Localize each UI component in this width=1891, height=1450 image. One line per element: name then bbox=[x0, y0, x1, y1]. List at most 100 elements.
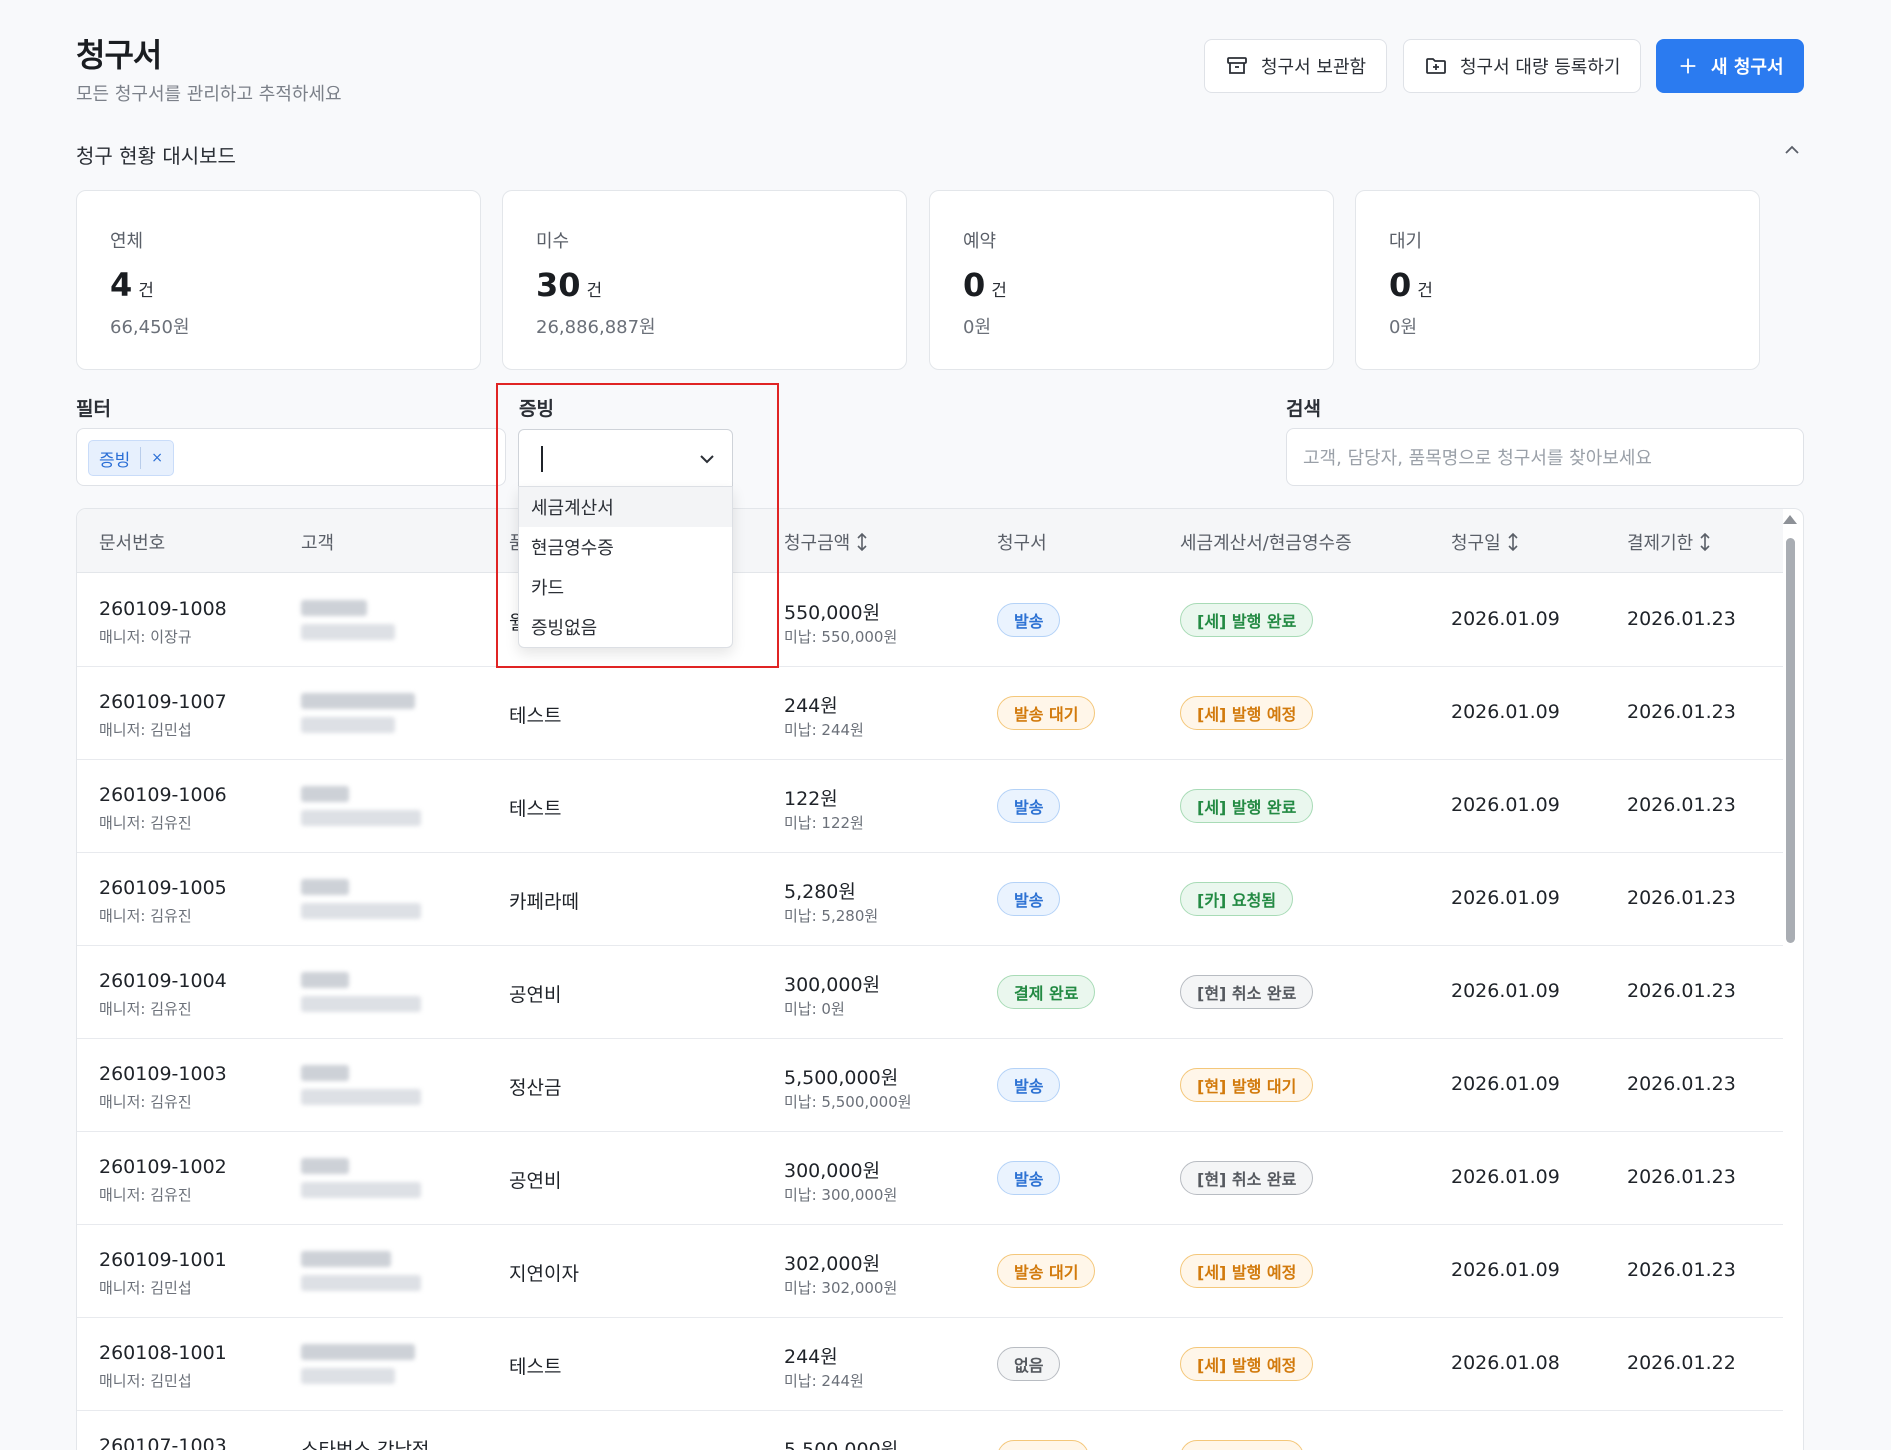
invoice-status-badge: 발송 bbox=[997, 882, 1061, 916]
table-row[interactable]: 260109-1002 매니저: 김유진 공연비 300,000원 미납: 30… bbox=[77, 1132, 1783, 1225]
invoice-date: 2026.01.09 bbox=[1451, 1166, 1560, 1188]
table-row[interactable]: 260108-1001 매니저: 김민섭 테스트 244원 미납: 244원 없… bbox=[77, 1318, 1783, 1411]
item-name: 공연비 bbox=[509, 1170, 562, 1192]
doc-number: 260109-1003 bbox=[99, 1063, 227, 1085]
customer-detail-redacted bbox=[301, 1089, 421, 1105]
page-title: 청구서 bbox=[76, 36, 162, 74]
due-date: 2026.01.23 bbox=[1627, 1073, 1736, 1095]
invoice-date: 2026.01.09 bbox=[1451, 980, 1560, 1002]
filter-chip-label: 증빙 bbox=[99, 450, 131, 471]
dashboard-title: 청구 현황 대시보드 bbox=[76, 144, 236, 168]
chevron-up-icon[interactable] bbox=[1783, 143, 1801, 157]
scroll-up-arrow[interactable] bbox=[1783, 515, 1797, 524]
amount: 300,000원 bbox=[784, 1160, 881, 1182]
invoice-status-badge: 발송 대기 bbox=[997, 696, 1096, 730]
tax-status-badge bbox=[1180, 1440, 1304, 1450]
table-row[interactable]: 260109-1006 매니저: 김유진 테스트 122원 미납: 122원 발… bbox=[77, 760, 1783, 853]
invoice-status-badge: 발송 bbox=[997, 603, 1061, 637]
scheduled-card[interactable]: 예약 0건 0원 bbox=[929, 190, 1334, 370]
col-amount[interactable]: 청구금액 bbox=[784, 529, 868, 555]
receivable-card[interactable]: 미수 30 건 26,886,887원 bbox=[502, 190, 907, 370]
card-count: 0 bbox=[963, 266, 986, 304]
col-due-date[interactable]: 결제기한 bbox=[1627, 529, 1711, 555]
due-date: 2026.01.23 bbox=[1627, 794, 1736, 816]
customer-redacted bbox=[301, 786, 349, 802]
close-icon[interactable]: × bbox=[141, 450, 173, 466]
filter-chip-evidence[interactable]: 증빙 × bbox=[88, 440, 175, 476]
due-date: 2026.01.23 bbox=[1627, 980, 1736, 1002]
manager: 매니저: 김민섭 bbox=[99, 721, 192, 739]
customer-detail-redacted bbox=[301, 1275, 421, 1291]
table-row[interactable]: 260109-1003 매니저: 김유진 정산금 5,500,000원 미납: … bbox=[77, 1039, 1783, 1132]
manager: 매니저: 김유진 bbox=[99, 814, 192, 832]
card-unit: 건 bbox=[991, 281, 1007, 301]
card-amount: 66,450원 bbox=[110, 317, 190, 338]
table-row[interactable]: 260109-1007 매니저: 김민섭 테스트 244원 미납: 244원 발… bbox=[77, 667, 1783, 760]
manager: 매니저: 김유진 bbox=[99, 1000, 192, 1018]
scrollbar-thumb[interactable] bbox=[1786, 538, 1795, 943]
card-unit: 건 bbox=[138, 281, 154, 301]
col-invoice: 청구서 bbox=[997, 533, 1047, 554]
manager: 매니저: 이장규 bbox=[99, 628, 192, 646]
new-invoice-button[interactable]: 새 청구서 bbox=[1656, 39, 1804, 93]
customer-redacted bbox=[301, 1065, 349, 1081]
customer-detail-redacted bbox=[301, 624, 395, 640]
tax-status-badge: [세] 발행 예정 bbox=[1180, 1347, 1314, 1381]
bulk-upload-button[interactable]: 청구서 대량 등록하기 bbox=[1403, 39, 1642, 93]
page-subtitle: 모든 청구서를 관리하고 추적하세요 bbox=[76, 84, 342, 105]
pending-card[interactable]: 대기 0건 0원 bbox=[1355, 190, 1760, 370]
invoice-table: 문서번호 고객 품 청구금액 청구서 세금계산서/현금영수증 청구일 결제기한 … bbox=[76, 508, 1804, 1450]
table-row[interactable]: 260109-1001 매니저: 김민섭 지연이자 302,000원 미납: 3… bbox=[77, 1225, 1783, 1318]
col-invoice-date[interactable]: 청구일 bbox=[1451, 529, 1519, 555]
customer-name: 스타벅스 강남점 bbox=[301, 1439, 430, 1450]
unpaid: 미납: 244원 bbox=[784, 1372, 864, 1390]
table-row[interactable]: 260109-1008 매니저: 이장규 월 550,000원 미납: 550,… bbox=[77, 574, 1783, 667]
new-invoice-label: 새 청구서 bbox=[1711, 57, 1784, 78]
tax-status-badge: [세] 발행 예정 bbox=[1180, 1254, 1314, 1288]
card-amount: 0원 bbox=[963, 317, 992, 338]
invoice-status-badge: 발송 bbox=[997, 789, 1061, 823]
archive-button-label: 청구서 보관함 bbox=[1261, 57, 1367, 78]
archive-button[interactable]: 청구서 보관함 bbox=[1204, 39, 1388, 93]
card-label: 미수 bbox=[536, 231, 570, 252]
due-date: 2026.01.23 bbox=[1627, 701, 1736, 723]
item-name: 테스트 bbox=[509, 798, 562, 820]
manager: 매니저: 김유진 bbox=[99, 907, 192, 925]
invoice-status-badge: 없음 bbox=[997, 1347, 1061, 1381]
customer-redacted bbox=[301, 879, 349, 895]
folder-plus-icon bbox=[1426, 58, 1446, 74]
unpaid: 미납: 122원 bbox=[784, 814, 864, 832]
due-date: 2026.01.23 bbox=[1627, 1259, 1736, 1281]
col-doc-number: 문서번호 bbox=[99, 533, 166, 554]
customer-redacted bbox=[301, 600, 367, 616]
sort-icon[interactable] bbox=[1699, 532, 1711, 552]
search-label: 검색 bbox=[1286, 398, 1321, 420]
doc-number: 260107-1003 bbox=[99, 1435, 227, 1450]
search-input[interactable]: 고객, 담당자, 품목명으로 청구서를 찾아보세요 bbox=[1286, 428, 1804, 486]
col-customer: 고객 bbox=[301, 533, 335, 554]
sort-icon[interactable] bbox=[856, 532, 868, 552]
customer-redacted bbox=[301, 1251, 391, 1267]
invoice-date: 2026.01.09 bbox=[1451, 608, 1560, 630]
invoice-date: 2026.01.08 bbox=[1451, 1352, 1560, 1374]
sort-icon[interactable] bbox=[1507, 532, 1519, 552]
doc-number: 260108-1001 bbox=[99, 1342, 227, 1364]
manager: 매니저: 김유진 bbox=[99, 1186, 192, 1204]
unpaid: 미납: 5,500,000원 bbox=[784, 1093, 912, 1111]
amount: 5,500,000원 bbox=[784, 1439, 899, 1450]
tax-status-badge: [세] 발행 완료 bbox=[1180, 603, 1314, 637]
tax-status-badge: [카] 요청됨 bbox=[1180, 882, 1294, 916]
table-row[interactable]: 260109-1004 매니저: 김유진 공연비 300,000원 미납: 0원… bbox=[77, 946, 1783, 1039]
card-label: 예약 bbox=[963, 231, 997, 252]
amount: 550,000원 bbox=[784, 602, 881, 624]
item-name: 테스트 bbox=[509, 705, 562, 727]
invoice-date: 2026.01.09 bbox=[1451, 1259, 1560, 1281]
table-row[interactable]: 260107-1003 스타벅스 강남점 5,500,000원 bbox=[77, 1411, 1783, 1450]
manager: 매니저: 김유진 bbox=[99, 1093, 192, 1111]
customer-detail-redacted bbox=[301, 810, 421, 826]
filter-input[interactable]: 증빙 × bbox=[76, 428, 506, 486]
doc-number: 260109-1008 bbox=[99, 598, 227, 620]
table-row[interactable]: 260109-1005 매니저: 김유진 카페라떼 5,280원 미납: 5,2… bbox=[77, 853, 1783, 946]
overdue-card[interactable]: 연체 4건 66,450원 bbox=[76, 190, 481, 370]
doc-number: 260109-1002 bbox=[99, 1156, 227, 1178]
